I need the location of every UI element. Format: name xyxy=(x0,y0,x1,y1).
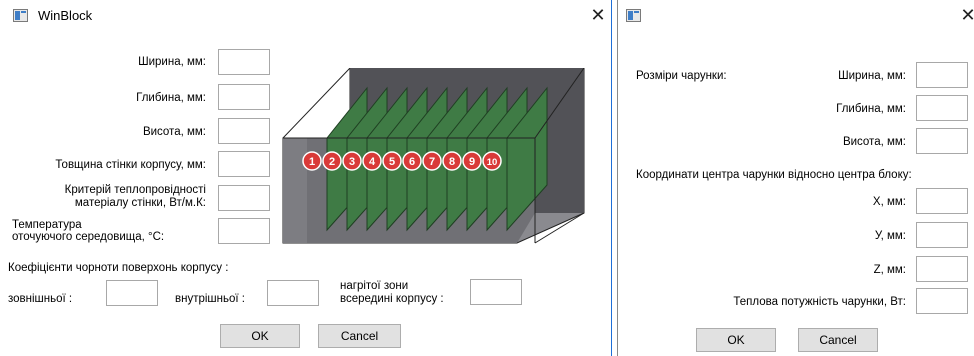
board-depth-input[interactable] xyxy=(916,95,968,121)
board-marker-6[interactable]: 6 xyxy=(402,151,422,171)
window-title: WinBlock xyxy=(38,8,93,23)
heated-zone-label-line1: нагрітої зони xyxy=(340,280,409,292)
board-marker-number: 3 xyxy=(349,156,355,168)
cancel-button-2[interactable]: Cancel xyxy=(798,328,878,352)
board-marker-7[interactable]: 7 xyxy=(422,151,442,171)
ambient-label-line2: оточуючого середовища, °C: xyxy=(12,231,165,243)
board-marker-8[interactable]: 8 xyxy=(442,151,462,171)
inner-label: внутрішньої : xyxy=(175,293,245,305)
ambient-input[interactable] xyxy=(218,218,270,244)
wall-thickness-input[interactable] xyxy=(218,151,270,177)
height-label: Висота, мм: xyxy=(142,126,206,138)
board-marker-number: 5 xyxy=(389,156,395,168)
board-marker-5[interactable]: 5 xyxy=(382,151,402,171)
close-icon-2[interactable]: ✕ xyxy=(958,5,974,25)
ok-button[interactable]: OK xyxy=(220,324,300,348)
blackness-header: Коефіцієнти чорноти поверхонь корпусу : xyxy=(8,262,229,274)
board-height-input[interactable] xyxy=(916,128,968,154)
board-marker-number: 6 xyxy=(409,156,415,168)
outer-label: зовнішньої : xyxy=(8,293,73,305)
case-left-wall xyxy=(283,138,307,243)
z-input[interactable] xyxy=(916,256,968,282)
height-input[interactable] xyxy=(218,118,270,144)
board-marker-1[interactable]: 1 xyxy=(302,151,322,171)
outer-input[interactable] xyxy=(106,280,158,306)
board-marker-4[interactable]: 4 xyxy=(362,151,382,171)
board-width-input[interactable] xyxy=(916,62,968,88)
board-marker-10[interactable]: 10 xyxy=(482,151,502,171)
board-marker-number: 4 xyxy=(369,156,376,168)
board-window: ✕ Розміри чарунки: Ширина, мм: Глибина, … xyxy=(617,0,974,356)
x-label: X, мм: xyxy=(872,196,906,208)
conductivity-input[interactable] xyxy=(218,185,270,211)
size-section-label: Розміри чарунки: xyxy=(636,70,727,82)
title-bar-2: ✕ xyxy=(618,0,974,31)
board-marker-number: 7 xyxy=(429,156,435,168)
board-marker-2[interactable]: 2 xyxy=(322,151,342,171)
width-label: Ширина, мм: xyxy=(138,56,206,68)
block-illustration: 1 2 3 4 5 6 7 8 9 10 xyxy=(282,68,585,244)
board-marker-number: 2 xyxy=(329,156,335,168)
app-icon-2 xyxy=(626,9,641,22)
heated-zone-input[interactable] xyxy=(470,279,522,305)
wall-thickness-label: Товщина стінки корпусу, мм: xyxy=(55,159,206,171)
board-marker-number: 8 xyxy=(449,156,455,168)
winblock-window: WinBlock ✕ Ширина, мм: Глибина, мм: Висо… xyxy=(0,0,612,356)
width-input[interactable] xyxy=(218,49,270,75)
inner-input[interactable] xyxy=(267,280,319,306)
title-bar: WinBlock ✕ xyxy=(0,0,611,31)
board-width-label: Ширина, мм: xyxy=(838,70,906,82)
cancel-button[interactable]: Cancel xyxy=(318,324,401,348)
close-icon[interactable]: ✕ xyxy=(588,5,608,25)
coords-section-label: Координати центра чарунки відносно центр… xyxy=(636,169,912,181)
y-input[interactable] xyxy=(916,222,968,248)
board-marker-number: 10 xyxy=(487,157,498,168)
x-input[interactable] xyxy=(916,188,968,214)
power-input[interactable] xyxy=(916,288,968,314)
heated-zone-label-line2: всередині корпусу : xyxy=(340,293,444,305)
ok-button-2[interactable]: OK xyxy=(696,328,776,352)
board-depth-label: Глибина, мм: xyxy=(836,103,906,115)
conductivity-label-line2: матеріалу стінки, Вт/м.К: xyxy=(74,197,206,209)
z-label: Z, мм: xyxy=(873,264,906,276)
board-height-label: Висота, мм: xyxy=(842,136,906,148)
board-marker-number: 1 xyxy=(309,156,315,168)
y-label: У, мм: xyxy=(874,230,906,242)
depth-label: Глибина, мм: xyxy=(136,92,206,104)
board-marker-3[interactable]: 3 xyxy=(342,151,362,171)
depth-input[interactable] xyxy=(218,84,270,110)
power-label: Теплова потужність чарунки, Вт: xyxy=(733,296,906,308)
app-icon xyxy=(13,9,28,22)
board-marker-number: 9 xyxy=(469,156,475,168)
conductivity-label-line1: Критерій теплопровідності xyxy=(64,184,206,196)
board-marker-9[interactable]: 9 xyxy=(462,151,482,171)
